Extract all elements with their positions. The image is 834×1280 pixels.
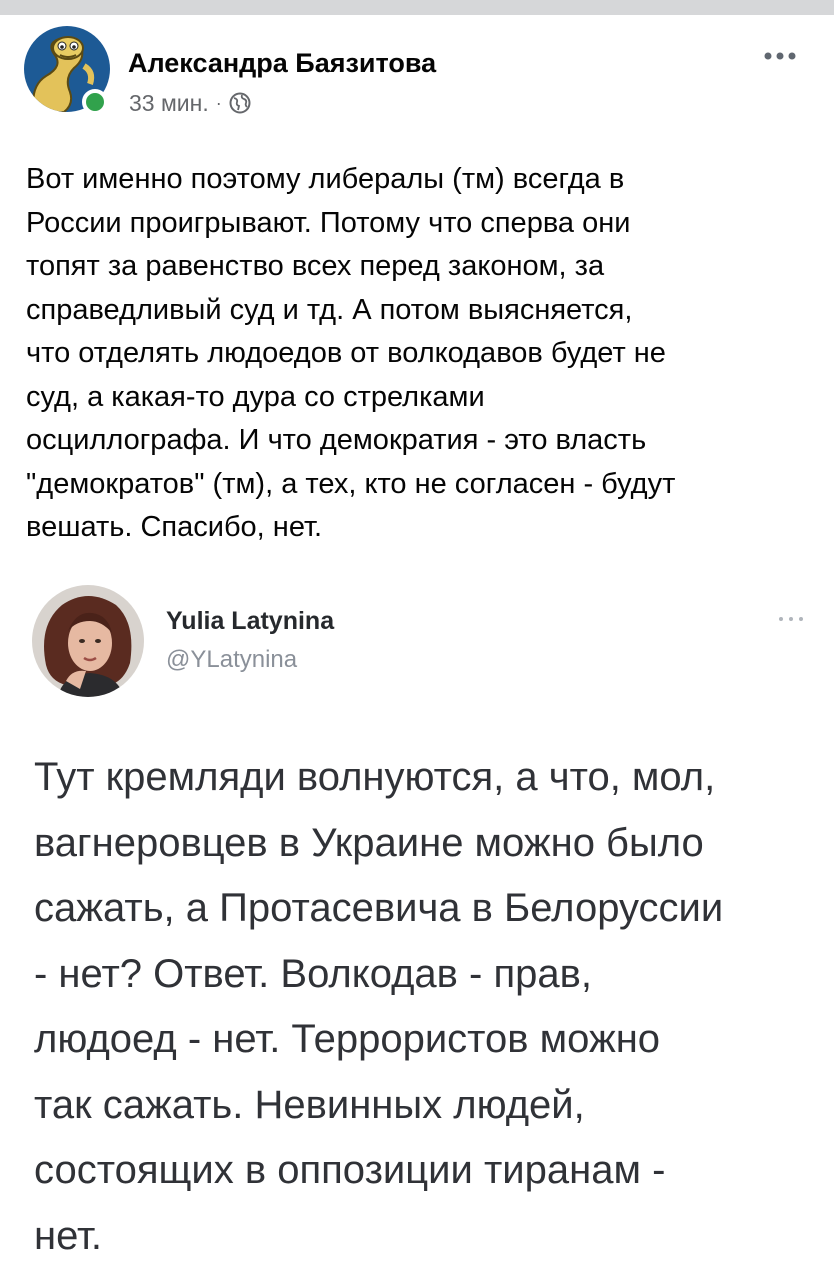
post-text-line: справедливый суд и тд. А потом выясняетс… <box>26 293 633 326</box>
post-timestamp[interactable]: 33 мин. <box>129 90 209 117</box>
post-text-line: вешать. Спасибо, нет. <box>26 511 323 543</box>
more-horizontal-icon[interactable] <box>760 46 800 66</box>
tweet-avatar-photo <box>32 585 144 697</box>
post-meta: 33 мин. · <box>129 88 251 118</box>
post-text-line: топят за равенство всех перед законом, з… <box>26 250 605 282</box>
meta-separator: · <box>215 92 222 113</box>
tweet-text-line: вагнеровцев в Украине можно было <box>34 820 704 865</box>
top-strip <box>0 0 834 15</box>
tweet-text: Тут кремляди волнуются, а что, мол, вагн… <box>34 745 824 1269</box>
post-text: Вот именно поэтому либералы (тм) всегда … <box>26 158 806 550</box>
tweet-text-line: людоед - нет. Террористов можно <box>34 1017 661 1061</box>
post-text-line: что отделять людоедов от волкодавов буде… <box>26 337 666 369</box>
tweet-text-line: состоящих в оппозиции тиранам - <box>34 1148 666 1192</box>
online-status-indicator <box>82 89 108 115</box>
tweet-author-name: Yulia Latynina <box>166 607 335 635</box>
tweet-more-horizontal-icon <box>774 612 808 626</box>
tweet-text-line: нет. <box>34 1213 103 1258</box>
post-text-line: "демократов" (тм), а тех, кто не согласе… <box>26 467 676 500</box>
post-text-line: Вот именно поэтому либералы (тм) всегда … <box>26 163 625 195</box>
post-text-line: суд, а какая-то дура со стрелками <box>26 380 485 413</box>
tweet-text-line: так сажать. Невинных людей, <box>34 1082 585 1127</box>
tweet-text-line: сажать, а Протасевича в Белоруссии <box>34 886 724 930</box>
tweet-text-line: Тут кремляди волнуются, а что, мол, <box>34 755 716 799</box>
globe-icon[interactable] <box>229 92 251 114</box>
post-text-line: России проигрывают. Потому что сперва он… <box>26 206 631 239</box>
tweet-author-avatar <box>32 585 144 697</box>
post-text-line: осциллографа. И что демократия - это вла… <box>26 424 647 456</box>
tweet-author-handle: @YLatynina <box>166 646 298 673</box>
post-author-name[interactable]: Александра Баязитова <box>128 48 436 79</box>
tweet-text-line: - нет? Ответ. Волкодав - прав, <box>34 951 592 996</box>
